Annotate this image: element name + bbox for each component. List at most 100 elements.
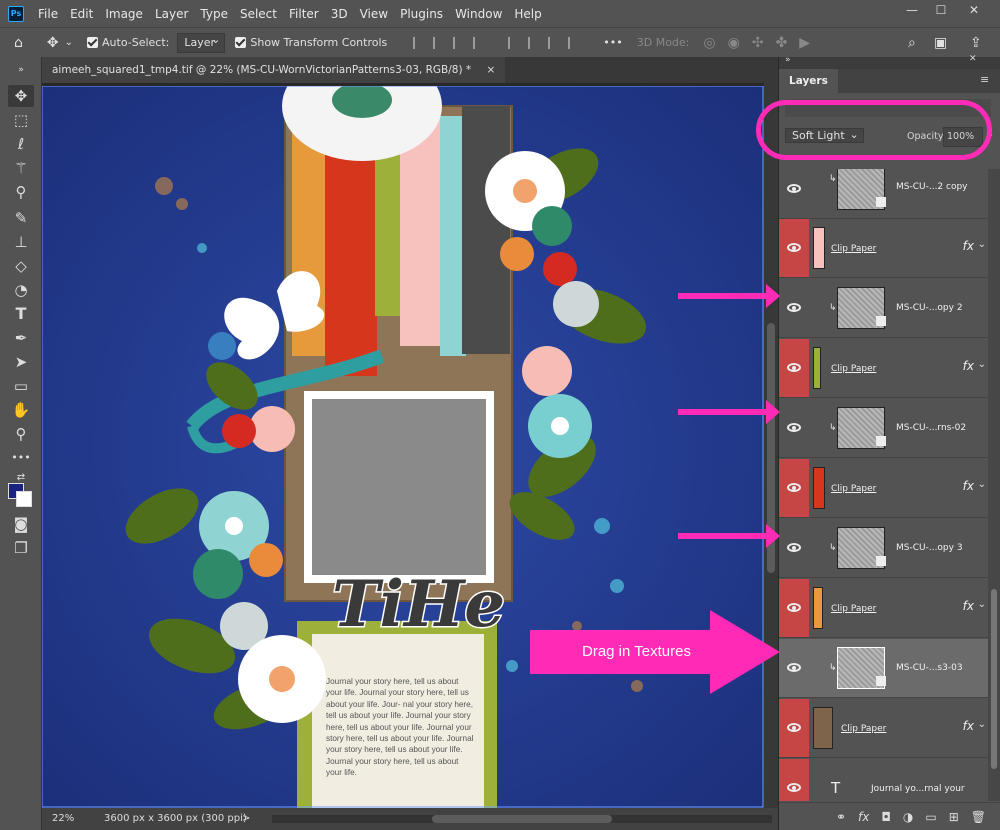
fx-icon[interactable]: fx xyxy=(963,599,974,613)
minimize-icon[interactable]: — xyxy=(896,0,928,22)
move-tool-icon[interactable]: ✥ xyxy=(8,85,34,107)
layers-scrollbar[interactable] xyxy=(988,169,1000,801)
status-expand-icon[interactable]: > xyxy=(242,808,250,830)
layers-scrollbar-thumb[interactable] xyxy=(991,589,997,769)
layer-row[interactable]: T Journal yo...rnal your xyxy=(779,759,988,801)
layer-row[interactable]: Clip Paper fx ⌄ xyxy=(779,219,988,278)
menu-window[interactable]: Window xyxy=(449,7,508,21)
align-right-icon[interactable] xyxy=(453,36,463,49)
align-top-icon[interactable] xyxy=(508,36,518,49)
visibility-toggle[interactable] xyxy=(779,339,809,397)
menu-filter[interactable]: Filter xyxy=(283,7,325,21)
brush-tool-icon[interactable]: ✎ xyxy=(8,207,34,229)
menu-image[interactable]: Image xyxy=(99,7,149,21)
visibility-toggle[interactable] xyxy=(779,699,809,757)
close-window-icon[interactable]: ✕ xyxy=(958,0,990,22)
fx-icon[interactable]: fx xyxy=(963,239,974,253)
close-tab-icon[interactable]: × xyxy=(487,64,496,76)
menu-3d[interactable]: 3D xyxy=(325,7,354,21)
layer-row[interactable]: Clip Paper fx ⌄ xyxy=(779,579,988,638)
edit-toolbar-icon[interactable]: ••• xyxy=(8,447,34,469)
fx-icon[interactable]: fx xyxy=(963,719,974,733)
magic-wand-tool-icon[interactable]: ⚚ xyxy=(8,157,34,179)
lasso-tool-icon[interactable]: ℓ xyxy=(8,133,34,155)
visibility-toggle[interactable] xyxy=(779,759,809,801)
panel-close-icon[interactable]: ✕ xyxy=(969,54,977,64)
horizontal-scrollbar-thumb[interactable] xyxy=(432,815,612,823)
chevron-down-icon[interactable]: ⌄ xyxy=(65,37,73,48)
share-icon[interactable]: ⇪ xyxy=(970,35,982,51)
chevron-down-icon[interactable]: ⌄ xyxy=(978,239,986,250)
layer-row[interactable]: ↳ MS-CU-...2 copy xyxy=(779,169,988,219)
background-color-swatch[interactable] xyxy=(16,491,32,507)
maximize-icon[interactable]: ☐ xyxy=(925,0,957,22)
workspace-icon[interactable]: ▣ xyxy=(934,35,947,51)
zoom-tool-icon[interactable]: ⚲ xyxy=(8,423,34,445)
layer-row[interactable]: Clip Paper fx ⌄ xyxy=(779,339,988,398)
distribute-icon[interactable] xyxy=(473,36,483,49)
new-group-icon[interactable]: ▭ xyxy=(925,810,936,824)
layer-row[interactable]: Clip Paper fx ⌄ xyxy=(779,699,988,758)
move-tool-icon[interactable]: ✥ xyxy=(47,35,59,51)
distribute-vertical-icon[interactable] xyxy=(568,36,578,49)
pen-tool-icon[interactable]: ✒ xyxy=(8,327,34,349)
menu-view[interactable]: View xyxy=(354,7,394,21)
canvas-vertical-scrollbar[interactable] xyxy=(764,83,778,808)
tab-layers[interactable]: Layers xyxy=(779,69,838,93)
auto-select-dropdown[interactable]: Layer xyxy=(177,31,226,53)
chevron-down-icon[interactable]: ⌄ xyxy=(978,479,986,490)
layer-row[interactable]: Clip Paper fx ⌄ xyxy=(779,459,988,518)
more-options-icon[interactable]: ••• xyxy=(603,36,622,49)
type-tool-icon[interactable]: T xyxy=(8,303,34,325)
align-center-icon[interactable] xyxy=(433,36,443,49)
visibility-toggle[interactable] xyxy=(779,279,809,337)
visibility-toggle[interactable] xyxy=(779,399,809,457)
visibility-toggle[interactable] xyxy=(779,639,809,697)
align-middle-icon[interactable] xyxy=(528,36,538,49)
show-transform-checkbox[interactable] xyxy=(235,37,247,48)
menu-file[interactable]: File xyxy=(32,7,64,21)
quick-mask-icon[interactable]: ◙ xyxy=(8,513,34,535)
menu-help[interactable]: Help xyxy=(508,7,547,21)
document-tab[interactable]: aimeeh_squared1_tmp4.tif @ 22% (MS-CU-Wo… xyxy=(42,57,506,83)
eyedropper-tool-icon[interactable]: ⚲ xyxy=(8,181,34,203)
layer-row[interactable]: ↳ MS-CU-...rns-02 xyxy=(779,399,988,458)
zoom-level[interactable]: 22% xyxy=(52,808,74,830)
visibility-toggle[interactable] xyxy=(779,579,809,637)
menu-plugins[interactable]: Plugins xyxy=(394,7,449,21)
adjustment-layer-icon[interactable]: ◑ xyxy=(903,810,913,824)
menu-layer[interactable]: Layer xyxy=(149,7,194,21)
layer-row[interactable]: ↳ MS-CU-...opy 2 xyxy=(779,279,988,338)
link-layers-icon[interactable]: ⚭ xyxy=(836,810,846,824)
add-mask-icon[interactable]: ◘ xyxy=(881,810,891,824)
panel-menu-icon[interactable]: ≡ xyxy=(980,73,989,86)
visibility-toggle[interactable] xyxy=(779,519,809,577)
scrapbook-canvas[interactable]: TiHe Journal your story here, tell us ab… xyxy=(42,86,764,808)
stamp-tool-icon[interactable]: ⊥ xyxy=(8,231,34,253)
new-layer-icon[interactable]: ⊞ xyxy=(949,810,959,824)
menu-edit[interactable]: Edit xyxy=(64,7,99,21)
home-icon[interactable]: ⌂ xyxy=(14,35,23,51)
chevron-down-icon[interactable]: ⌄ xyxy=(978,719,986,730)
fx-icon[interactable]: fx xyxy=(963,479,974,493)
search-icon[interactable]: ⌕ xyxy=(908,35,916,51)
layer-row-selected[interactable]: ↳ MS-CU-...s3-03 xyxy=(779,639,988,698)
collapse-icon[interactable]: » xyxy=(8,65,34,75)
menu-select[interactable]: Select xyxy=(234,7,283,21)
panel-collapse-icon[interactable]: » xyxy=(785,55,791,65)
trash-icon[interactable]: 🗑 xyxy=(971,810,986,824)
align-bottom-icon[interactable] xyxy=(548,36,558,49)
chevron-down-icon[interactable]: ⌄ xyxy=(978,359,986,370)
eraser-tool-icon[interactable]: ◇ xyxy=(8,255,34,277)
screen-mode-icon[interactable]: ❐ xyxy=(8,537,34,559)
path-select-tool-icon[interactable]: ➤ xyxy=(8,351,34,373)
menu-type[interactable]: Type xyxy=(194,7,234,21)
add-style-icon[interactable]: fx xyxy=(858,810,869,824)
visibility-toggle[interactable] xyxy=(779,219,809,277)
rectangle-tool-icon[interactable]: ▭ xyxy=(8,375,34,397)
visibility-toggle[interactable] xyxy=(779,459,809,517)
layer-row[interactable]: ↳ MS-CU-...opy 3 xyxy=(779,519,988,578)
dodge-tool-icon[interactable]: ◔ xyxy=(8,279,34,301)
canvas-horizontal-scrollbar[interactable] xyxy=(272,815,772,823)
marquee-tool-icon[interactable]: ⬚ xyxy=(8,109,34,131)
